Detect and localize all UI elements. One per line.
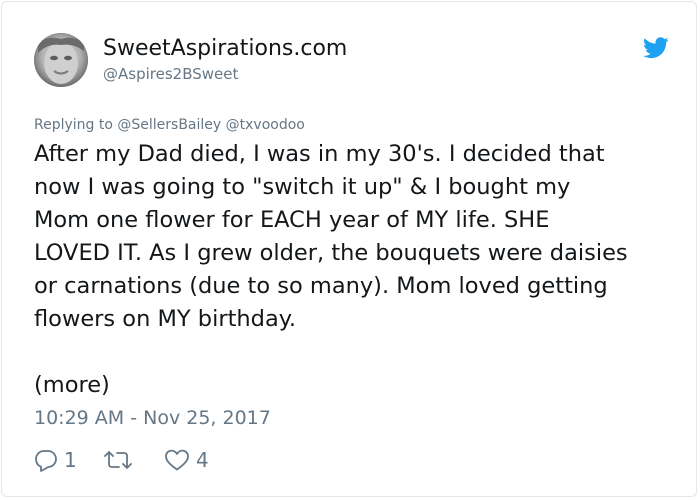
- retweet-button[interactable]: [104, 448, 164, 472]
- like-button[interactable]: 4: [164, 447, 209, 473]
- reply-icon: [35, 450, 57, 472]
- reply-count: 1: [64, 448, 77, 472]
- more-link[interactable]: (more): [34, 369, 110, 402]
- like-count: 4: [196, 448, 209, 472]
- display-name[interactable]: SweetAspirations.com: [103, 36, 347, 62]
- user-handle[interactable]: @Aspires2BSweet: [103, 64, 238, 84]
- replying-to-label[interactable]: Replying to @SellersBailey @txvoodoo: [34, 115, 305, 135]
- avatar[interactable]: [34, 33, 88, 87]
- heart-icon: [165, 449, 189, 471]
- tweet-text: After my Dad died, I was in my 30's. I d…: [34, 141, 628, 332]
- avatar-face-image: [34, 33, 88, 87]
- twitter-bird-icon[interactable]: [643, 37, 669, 59]
- timestamp[interactable]: 10:29 AM - Nov 25, 2017: [34, 405, 271, 431]
- retweet-icon: [104, 451, 132, 469]
- action-bar: 1 4: [34, 445, 209, 475]
- reply-button[interactable]: 1: [34, 447, 84, 473]
- tweet-card: SweetAspirations.com @Aspires2BSweet Rep…: [1, 1, 697, 497]
